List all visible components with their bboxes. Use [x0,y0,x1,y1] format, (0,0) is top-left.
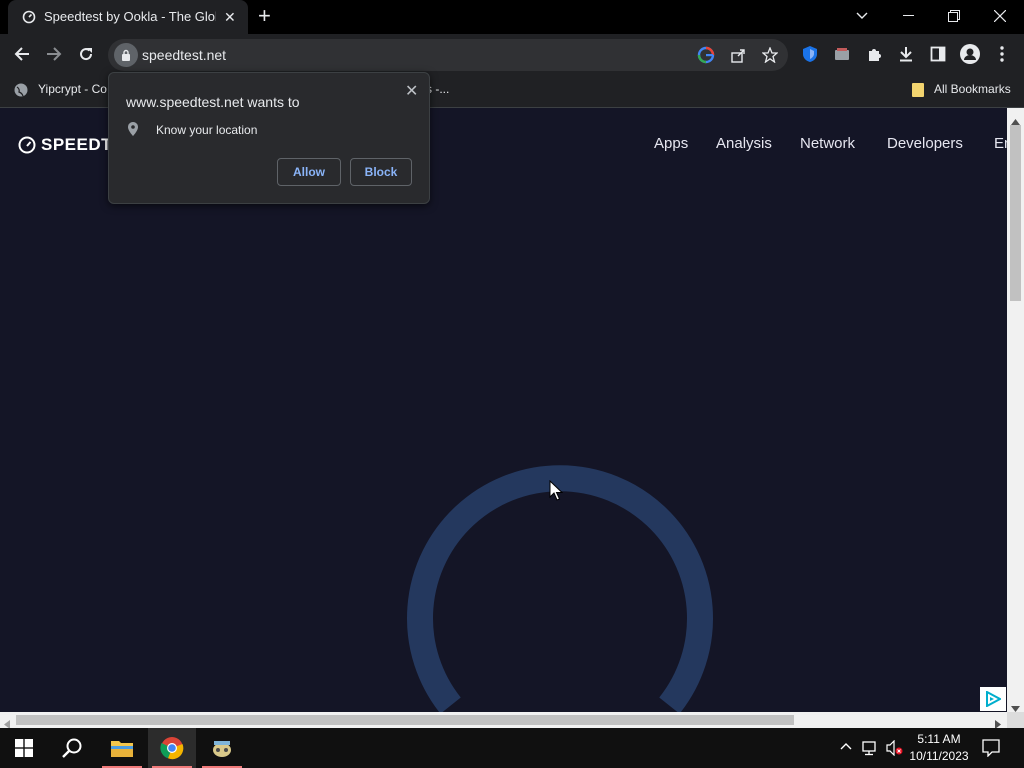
vertical-scrollbar[interactable] [1007,108,1024,712]
adchoices-icon[interactable] [980,687,1006,711]
windows-taskbar: 5:11 AM 10/11/2023 [0,728,1024,768]
forward-arrow-icon[interactable] [42,42,66,66]
location-permission-popup: www.speedtest.net wants to ✕ Know your l… [108,72,430,204]
browser-tab[interactable]: Speedtest by Ookla - The Global ✕ [8,0,248,34]
menu-kebab-icon[interactable] [990,42,1014,66]
mouse-cursor-icon [549,480,563,502]
speedometer-icon [18,136,36,154]
clock-time[interactable]: 5:11 AM [912,732,966,746]
side-panel-icon[interactable] [926,42,950,66]
shield-extension-icon[interactable] [798,42,822,66]
volume-muted-icon[interactable] [886,740,904,756]
bookmark-star-icon[interactable] [758,43,782,67]
restore-icon[interactable] [938,4,970,28]
tab-close-icon[interactable]: ✕ [224,9,236,26]
chrome-taskbar-icon[interactable] [148,728,196,768]
horizontal-scrollbar[interactable] [0,712,1007,729]
new-tab-icon[interactable]: + [258,5,271,27]
all-bookmarks-link[interactable]: All Bookmarks [934,82,1011,96]
file-explorer-icon[interactable] [98,728,146,768]
location-pin-icon [128,122,138,136]
tab-title: Speedtest by Ookla - The Global [44,9,216,24]
reload-icon[interactable] [74,42,98,66]
block-button[interactable]: Block [350,158,412,186]
app-taskbar-icon[interactable] [198,728,246,768]
browser-toolbar: speedtest.net [0,34,1024,74]
search-icon[interactable] [48,728,96,768]
address-bar[interactable]: speedtest.net [108,39,788,71]
allow-button[interactable]: Allow [277,158,341,186]
logo-text: SPEEDT [41,135,113,154]
windows-start-icon[interactable] [0,728,48,768]
nav-language[interactable]: En [994,135,1007,152]
permission-text: Know your location [156,123,258,137]
clock-date[interactable]: 10/11/2023 [906,749,972,763]
vertical-scroll-thumb[interactable] [1010,125,1021,301]
nav-analysis[interactable]: Analysis [716,135,772,152]
popup-title: www.speedtest.net wants to [126,94,300,110]
bookmark-yipcrypt[interactable]: Yipcrypt - Co [38,82,107,96]
tab-extension-icon[interactable] [830,42,854,66]
nav-network[interactable]: Network [800,135,855,152]
tab-search-chevron-icon[interactable] [846,4,878,28]
back-arrow-icon[interactable] [10,42,34,66]
folder-icon [912,83,924,97]
show-hidden-icons-chevron-icon[interactable] [840,742,852,750]
close-window-icon[interactable] [984,4,1016,28]
scrollbar-corner [1007,712,1024,728]
speedtest-logo[interactable]: SPEEDT [18,135,112,155]
minimize-icon[interactable] [892,4,924,28]
tab-strip: Speedtest by Ookla - The Global ✕ + [0,0,1024,34]
speedtest-favicon-icon [22,10,36,24]
network-icon[interactable] [862,740,880,756]
profile-avatar-icon[interactable] [958,42,982,66]
extensions-puzzle-icon[interactable] [862,42,886,66]
google-lens-icon[interactable] [694,43,718,67]
url-text: speedtest.net [142,47,227,63]
nav-apps[interactable]: Apps [654,135,688,152]
download-icon[interactable] [894,42,918,66]
nav-developers[interactable]: Developers [887,135,963,152]
notifications-icon[interactable] [982,739,1000,757]
share-icon[interactable] [726,43,750,67]
horizontal-scroll-thumb[interactable] [16,715,794,725]
popup-close-icon[interactable]: ✕ [405,81,418,101]
globe-icon [14,83,28,97]
lock-icon[interactable] [114,43,138,67]
